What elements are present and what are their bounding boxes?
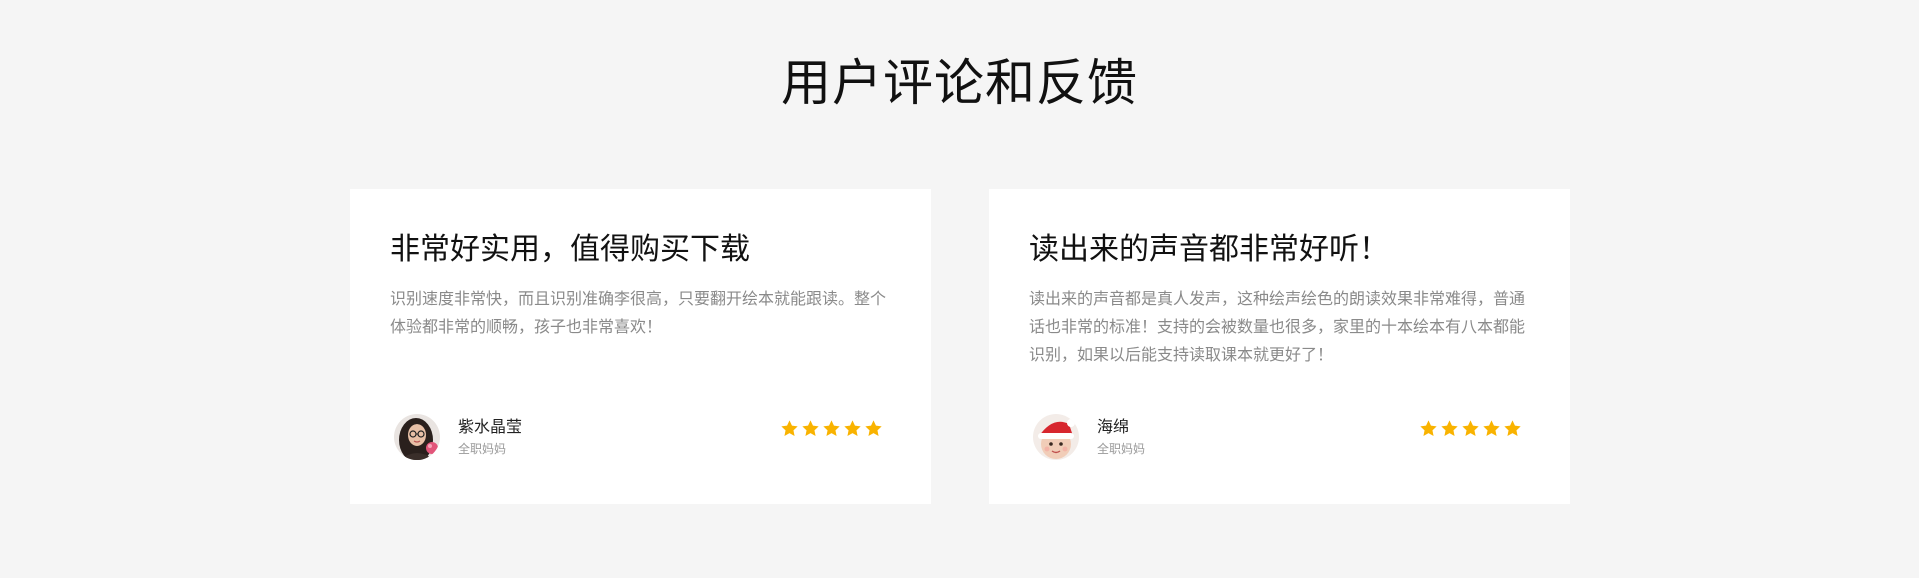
baby-santa-hat-avatar-icon [1033,414,1079,460]
star-icon [780,419,799,438]
star-icon [801,419,820,438]
star-icon [822,419,841,438]
reviewer-role: 全职妈妈 [1097,442,1146,456]
star-icon [1503,419,1522,438]
reviewer: 海绵 全职妈妈 [1033,413,1145,461]
star-icon [1461,419,1480,438]
star-icon [864,419,883,438]
review-title: 非常好实用，值得购买下载 [390,232,750,267]
star-rating [1419,419,1522,438]
reviewer-name: 海绵 [1097,417,1130,436]
review-body: 读出来的声音都是真人发声，这种绘声绘色的朗读效果非常难得，普通话也非常的标准！支… [1029,289,1526,364]
star-icon [1419,419,1438,438]
star-icon [1440,419,1459,438]
reviewer: 紫水晶莹 全职妈妈 [394,413,522,461]
star-rating [780,419,883,438]
woman-avatar-icon [394,414,440,460]
review-body: 识别速度非常快，而且识别准确李很高，只要翻开绘本就能跟读。整个体验都非常的顺畅，… [390,289,887,336]
reviewer-role: 全职妈妈 [458,442,507,456]
star-icon [1482,419,1501,438]
review-card: 读出来的声音都非常好听！ 读出来的声音都是真人发声，这种绘声绘色的朗读效果非常难… [989,189,1570,504]
star-icon [843,419,862,438]
review-card: 非常好实用，值得购买下载 识别速度非常快，而且识别准确李很高，只要翻开绘本就能跟… [350,189,931,504]
review-title: 读出来的声音都非常好听！ [1029,232,1389,267]
reviewer-name: 紫水晶莹 [458,417,523,436]
section-title: 用户评论和反馈 [781,54,1138,112]
